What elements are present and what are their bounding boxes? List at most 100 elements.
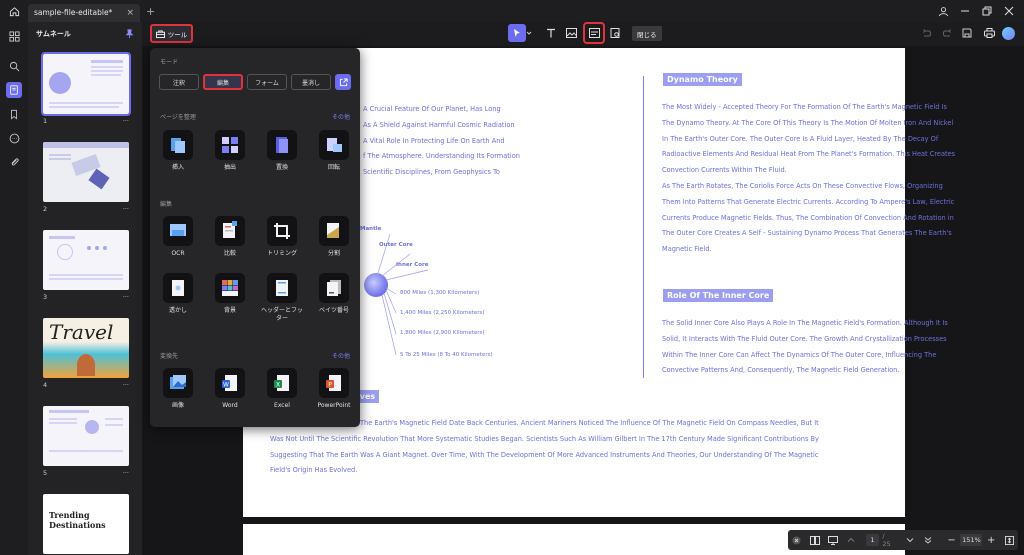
pin-icon[interactable] bbox=[125, 29, 134, 39]
organize-section-title: ページを整理 bbox=[160, 114, 196, 121]
tool-split[interactable]: 分割 bbox=[311, 216, 357, 258]
tab-close-button[interactable]: × bbox=[126, 8, 134, 18]
tool-label: 回転 bbox=[327, 164, 340, 171]
thumbnail-page-5[interactable]: 5 ··· bbox=[43, 406, 129, 494]
text-tool-button[interactable] bbox=[542, 24, 560, 42]
select-dropdown-button[interactable] bbox=[525, 24, 533, 42]
thumbnail-page-3[interactable]: 3 ··· bbox=[43, 230, 129, 318]
bates-number-icon bbox=[327, 280, 341, 296]
tool-convert-powerpoint[interactable]: P PowerPoint bbox=[311, 368, 357, 410]
tool-replace[interactable]: 置換 bbox=[259, 130, 305, 172]
mode-annotate-button[interactable]: 注釈 bbox=[159, 74, 199, 90]
rail-bookmark-button[interactable] bbox=[0, 102, 28, 126]
tool-bates-number[interactable]: ベイツ番号 bbox=[311, 273, 357, 315]
split-icon bbox=[327, 223, 339, 238]
rail-search-button[interactable] bbox=[0, 54, 28, 78]
tools-button-label: ツール bbox=[167, 30, 188, 39]
rail-comment-button[interactable] bbox=[0, 126, 28, 150]
tool-convert-excel[interactable]: X Excel bbox=[259, 368, 305, 410]
convert-more-link[interactable]: その他 bbox=[332, 351, 350, 360]
page-more-button[interactable]: ··· bbox=[123, 381, 129, 406]
tool-crop[interactable]: トリミング bbox=[259, 216, 305, 258]
tool-background[interactable]: 背景 bbox=[207, 273, 253, 315]
select-tool-button[interactable] bbox=[508, 24, 526, 42]
restore-button[interactable] bbox=[976, 0, 998, 22]
tool-label: トリミング bbox=[266, 250, 297, 257]
zoom-level[interactable]: 151% bbox=[960, 534, 983, 546]
page-number: 2 bbox=[43, 205, 48, 213]
tool-convert-image[interactable]: 画像 bbox=[155, 368, 201, 410]
page-more-button[interactable]: ··· bbox=[123, 469, 129, 494]
tool-label: ベイツ番号 bbox=[318, 307, 349, 314]
tool-watermark[interactable]: 透かし bbox=[155, 273, 201, 315]
presentation-button[interactable] bbox=[824, 535, 842, 545]
print-button[interactable] bbox=[980, 24, 998, 42]
image-tool-button[interactable] bbox=[562, 24, 580, 42]
undo-button[interactable] bbox=[918, 24, 936, 42]
compare-icon bbox=[223, 221, 237, 238]
text-line: Convection Currents Within The Fluid. bbox=[662, 166, 787, 175]
search-icon bbox=[9, 61, 19, 71]
save-icon bbox=[962, 28, 972, 38]
save-button[interactable] bbox=[958, 24, 976, 42]
close-window-button[interactable] bbox=[998, 0, 1020, 22]
account-button[interactable] bbox=[932, 0, 954, 22]
page-more-button[interactable]: ··· bbox=[123, 205, 129, 230]
ai-assistant-button[interactable] bbox=[999, 24, 1017, 42]
page-more-button[interactable]: ··· bbox=[123, 293, 129, 318]
minimize-button[interactable] bbox=[954, 0, 976, 22]
tool-compare[interactable]: 比較 bbox=[207, 216, 253, 258]
mode-form-button[interactable]: フォーム bbox=[247, 74, 287, 90]
thumbnail-page-4[interactable]: Travel 4 ··· bbox=[43, 318, 129, 406]
next-page-button[interactable] bbox=[901, 536, 919, 544]
thumbnail-page-6[interactable]: Trending Destinations bbox=[43, 494, 129, 554]
tool-rotate[interactable]: 回転 bbox=[311, 130, 357, 172]
mode-external-button[interactable] bbox=[335, 74, 351, 90]
tool-label: PowerPoint bbox=[317, 402, 351, 409]
redo-button[interactable] bbox=[938, 24, 956, 42]
tools-button[interactable]: ツール bbox=[150, 24, 193, 43]
zoom-out-button[interactable]: − bbox=[943, 535, 961, 546]
page-view-button[interactable] bbox=[806, 535, 824, 545]
stamp-tool-button[interactable] bbox=[606, 24, 624, 42]
tool-header-footer[interactable]: ヘッダーとフッター bbox=[259, 273, 305, 323]
thumbnail-page-1[interactable]: 1 ··· bbox=[41, 52, 131, 142]
crop-icon bbox=[274, 223, 290, 239]
left-column-text: A Crucial Feature Of Our Planet, Has Lon… bbox=[363, 102, 573, 181]
tool-convert-word[interactable]: W Word bbox=[207, 368, 253, 410]
fit-page-button[interactable] bbox=[1000, 535, 1018, 545]
monitor-icon bbox=[827, 535, 838, 545]
tool-insert[interactable]: 挿入 bbox=[155, 130, 201, 172]
tool-label: Excel bbox=[274, 402, 290, 409]
mode-redact-button[interactable]: 墨消し bbox=[291, 74, 331, 90]
thumbnail-page-2[interactable]: 2 ··· bbox=[43, 142, 129, 230]
last-page-button[interactable] bbox=[919, 536, 937, 544]
text-line: Field's Origin Has Evolved. bbox=[270, 466, 358, 475]
page-number-input[interactable]: 1 bbox=[865, 534, 880, 546]
new-tab-button[interactable]: + bbox=[146, 5, 155, 18]
rail-grid-button[interactable] bbox=[0, 24, 28, 48]
top-toolbar: ツール 閉じる bbox=[142, 22, 1024, 46]
restore-icon bbox=[982, 6, 992, 16]
thumbnail-title-text: Travel bbox=[49, 320, 114, 344]
home-button[interactable] bbox=[0, 0, 28, 22]
organize-more-link[interactable]: その他 bbox=[332, 112, 350, 121]
text-line: f The Atmosphere. Understanding Its Form… bbox=[363, 152, 520, 161]
zoom-in-button[interactable]: + bbox=[982, 535, 1000, 546]
first-page-button[interactable] bbox=[842, 536, 860, 544]
double-chevron-down-icon bbox=[924, 537, 931, 544]
close-bar-button[interactable] bbox=[788, 535, 806, 545]
tool-extract[interactable]: 抽出 bbox=[207, 130, 253, 172]
document-tab[interactable]: sample-file-editable* × bbox=[28, 3, 140, 22]
ocr-tool-button[interactable] bbox=[583, 22, 605, 44]
mode-edit-button[interactable]: 編集 bbox=[203, 74, 243, 90]
page-more-button[interactable]: ··· bbox=[123, 117, 129, 142]
text-line: A Crucial Feature Of Our Planet, Has Lon… bbox=[363, 105, 501, 113]
rail-thumbnails-button[interactable] bbox=[0, 78, 28, 102]
close-edit-button[interactable]: 閉じる bbox=[632, 26, 662, 41]
tool-ocr[interactable]: OCR bbox=[155, 216, 201, 258]
rail-attachment-button[interactable] bbox=[0, 150, 28, 174]
replace-pages-icon bbox=[276, 137, 288, 153]
paperclip-icon bbox=[10, 157, 19, 166]
page-number: 1 bbox=[43, 117, 48, 125]
